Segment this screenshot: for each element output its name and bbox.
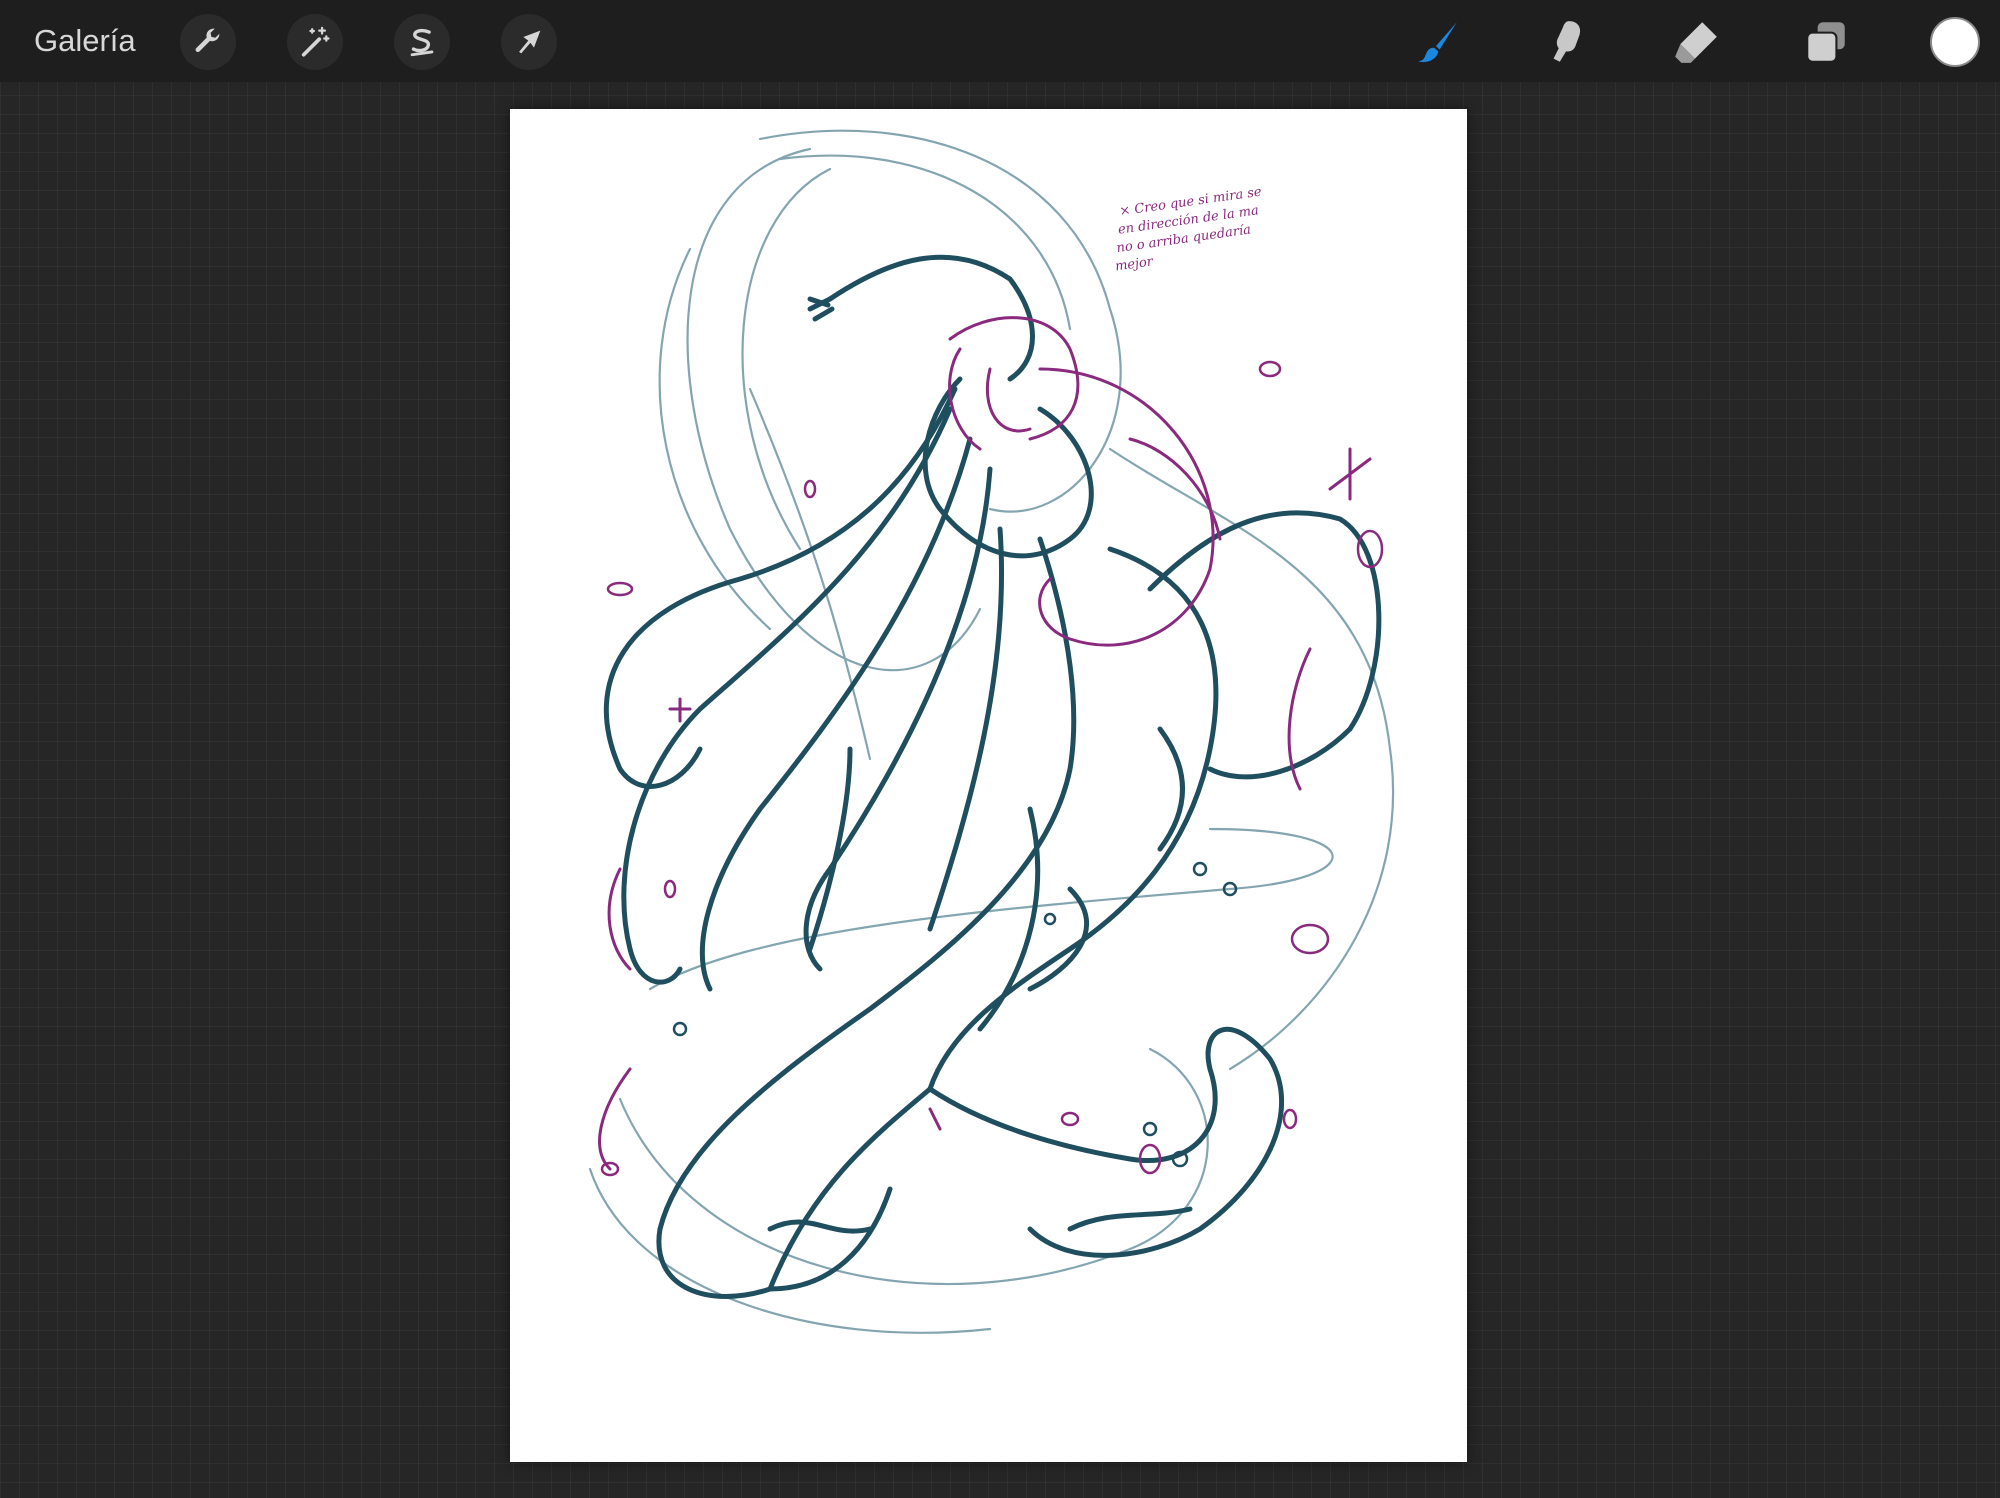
sketch-artwork: × Creo que si mira seen dirección de la … (588, 129, 1395, 1334)
wrench-icon (195, 28, 220, 53)
smudge-finger-icon (1553, 21, 1581, 62)
color-picker-button[interactable] (1930, 17, 1980, 67)
top-toolbar: Galería (0, 0, 2000, 82)
layers-button[interactable] (1796, 12, 1856, 72)
eraser-button[interactable] (1666, 12, 1726, 72)
gallery-button[interactable]: Galería (34, 18, 136, 64)
smudge-button[interactable] (1535, 12, 1595, 72)
actions-button[interactable] (180, 14, 236, 70)
handwritten-note: × Creo que si mira seen dirección de la … (1107, 185, 1271, 275)
brush-icon (1418, 22, 1457, 63)
eraser-icon (1675, 22, 1717, 63)
drawing-canvas[interactable]: × Creo que si mira seen dirección de la … (510, 109, 1467, 1462)
adjustments-button[interactable] (287, 14, 343, 70)
selection-button[interactable] (394, 14, 450, 70)
selection-s-icon (410, 28, 434, 57)
arrow-cursor-icon (519, 30, 541, 54)
brush-button[interactable] (1408, 12, 1468, 72)
magic-wand-icon (301, 26, 330, 57)
layers-icon (1806, 22, 1845, 63)
transform-button[interactable] (501, 14, 557, 70)
note-line: × Creo que si mira seen dirección de la … (1107, 185, 1271, 275)
